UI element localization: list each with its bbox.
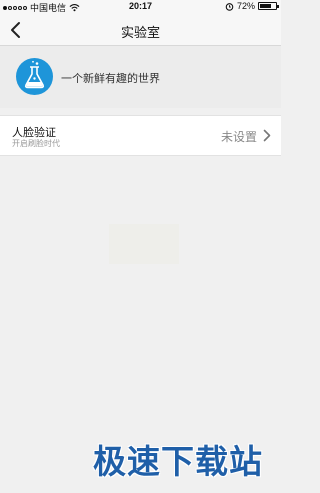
face-verification-row[interactable]: 人脸验证 开启刷脸时代 未设置 xyxy=(0,115,281,156)
page-title: 实验室 xyxy=(120,25,160,40)
navigation-bar: 实验室 xyxy=(0,14,281,46)
face-verification-status: 未设置 xyxy=(220,130,257,144)
lab-header: 一个新鲜有趣的世界 xyxy=(0,46,281,108)
status-right: 72% xyxy=(225,1,279,11)
placeholder-image xyxy=(109,224,179,264)
alarm-icon xyxy=(225,2,234,11)
status-bar: 中国电信 20:17 72% xyxy=(0,0,281,14)
battery-fill xyxy=(260,4,271,8)
lab-slogan: 一个新鲜有趣的世界 xyxy=(61,73,160,85)
battery-percent: 72% xyxy=(236,1,255,11)
lab-flask-icon xyxy=(16,58,53,95)
face-verification-subtitle: 开启刷脸时代 xyxy=(12,139,60,148)
flask-graphic xyxy=(24,60,45,89)
chevron-right-icon xyxy=(263,129,271,142)
watermark-text: 极速下载站 xyxy=(93,443,263,480)
battery-icon xyxy=(258,2,279,10)
